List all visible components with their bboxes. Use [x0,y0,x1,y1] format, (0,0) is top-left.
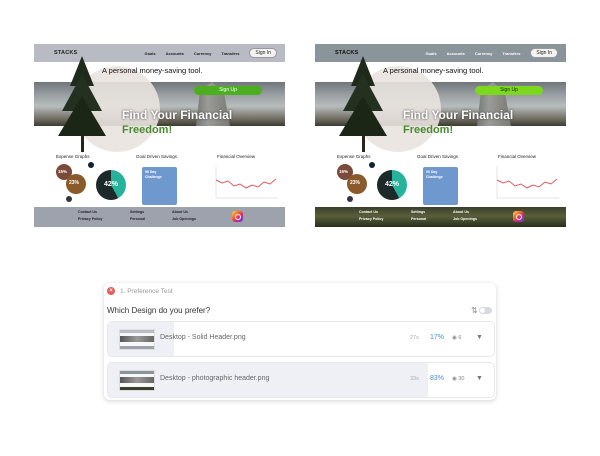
expense-value-c: 42% [104,181,119,188]
result-row[interactable]: Desktop - Solid Header.png 27s 17% ◉ 6 ▼ [107,321,495,357]
design-photographic-header-preview: STACKS Goals Accounts Currency Transfers… [315,44,566,227]
user-count: ◉ 30 [452,376,464,382]
footer-personal: Personal [411,217,427,221]
mock-footer: Contact Us Settings About Us Privacy Pol… [34,207,285,227]
hero-title: Find Your Financial [403,108,514,122]
design-thumbnail[interactable] [119,370,155,391]
sort-icon[interactable]: ⇅ [471,306,478,315]
footer-jobs: Job Openings [453,217,477,221]
result-row[interactable]: Desktop - photographic header.png 33s 83… [107,362,495,398]
nav-links: Goals Accounts Currency Transfers Sign I… [425,48,558,58]
vote-percentage: 17% [430,334,445,341]
preference-test-results-card: × 1. Preference Test Which Design do you… [104,283,496,400]
tagline: A personal money-saving tool. [102,66,203,75]
hero-section: A personal money-saving tool. Sign Up Fi… [34,56,285,158]
avg-time: 33s [410,376,419,382]
goal-challenge-card: 90 Day Challenge [423,167,458,205]
footer-contact: Contact Us [359,210,378,214]
nav-accounts: Accounts [165,50,184,56]
overview-line-chart [496,166,559,199]
expense-value-c: 42% [385,181,400,188]
task-title: 1. Preference Test [120,287,173,295]
expense-dot [88,162,94,168]
footer-personal: Personal [130,217,146,221]
instagram-icon [232,211,243,222]
footer-jobs: Job Openings [172,217,196,221]
features-section: Expense Graphs Goal Driven Savings Finan… [34,152,285,207]
goal-challenge-card: 90 Day Challenge [142,167,177,205]
user-count-value: 6 [458,335,462,341]
footer-privacy: Privacy Policy [359,217,384,221]
avg-time: 27s [410,335,419,341]
expense-dot-2 [66,196,72,202]
filter-icon[interactable]: ▼ [476,375,483,382]
hero-title-accent: Freedom! [403,124,454,136]
tagline: A personal money-saving tool. [383,66,484,75]
instagram-icon [513,211,524,222]
expense-value-a: 15% [58,169,68,174]
footer-about: About Us [453,210,469,214]
results-toggle[interactable] [479,307,492,314]
challenge-line2: Challenge [145,175,162,179]
nav-currency: Currency [193,50,212,56]
challenge-line2: Challenge [426,175,443,179]
sign-in-button: Sign In [249,48,277,58]
sign-in-button: Sign In [530,48,558,58]
sign-up-button: Sign Up [194,86,262,95]
user-count: ◉ 6 [452,335,461,341]
nav-transfers: Transfers [502,50,521,56]
footer-contact: Contact Us [78,210,97,214]
users-icon: ◉ [452,376,457,382]
feature-overview-label: Financial Overview [498,154,537,159]
footer-about: About Us [172,210,188,214]
hero-section: A personal money-saving tool. Sign Up Fi… [315,56,566,158]
question-text: Which Design do you prefer? [107,306,211,315]
challenge-line1: 90 Day [145,170,157,174]
filter-icon[interactable]: ▼ [476,334,483,341]
user-count-value: 30 [458,376,465,382]
features-section: Expense Graphs Goal Driven Savings Finan… [315,152,566,207]
mock-footer: Contact Us Settings About Us Privacy Pol… [315,207,566,227]
expense-dot-2 [347,196,353,202]
nav-transfers: Transfers [221,50,240,56]
nav-accounts: Accounts [446,50,465,56]
nav-goals: Goals [144,50,156,56]
design-file-name: Desktop - Solid Header.png [160,334,246,341]
feature-goals-label: Goal Driven Savings [136,154,178,159]
overview-line-chart [215,166,278,199]
design-thumbnail[interactable] [119,329,155,350]
hero-title: Find Your Financial [122,108,233,122]
footer-settings: Settings [130,210,145,214]
design-solid-header-preview: STACKS Goals Accounts Currency Transfers… [34,44,285,227]
users-icon: ◉ [452,335,457,341]
sign-up-button: Sign Up [475,86,543,95]
expense-value-a: 15% [339,169,349,174]
expense-dot [369,162,375,168]
error-icon: × [107,287,115,295]
challenge-line1: 90 Day [426,170,438,174]
nav-currency: Currency [474,50,493,56]
task-header: × 1. Preference Test [107,287,173,295]
expense-value-b: 23% [350,180,361,186]
feature-goals-label: Goal Driven Savings [417,154,459,159]
feature-expense-label: Expense Graphs [56,154,90,159]
feature-expense-label: Expense Graphs [337,154,371,159]
feature-overview-label: Financial Overview [217,154,256,159]
hero-title-accent: Freedom! [122,124,173,136]
nav-links: Goals Accounts Currency Transfers Sign I… [144,48,277,58]
design-file-name: Desktop - photographic header.png [160,375,270,382]
expense-value-b: 23% [69,180,80,186]
footer-settings: Settings [411,210,426,214]
vote-percentage: 83% [430,375,445,382]
nav-goals: Goals [425,50,437,56]
footer-privacy: Privacy Policy [78,217,103,221]
